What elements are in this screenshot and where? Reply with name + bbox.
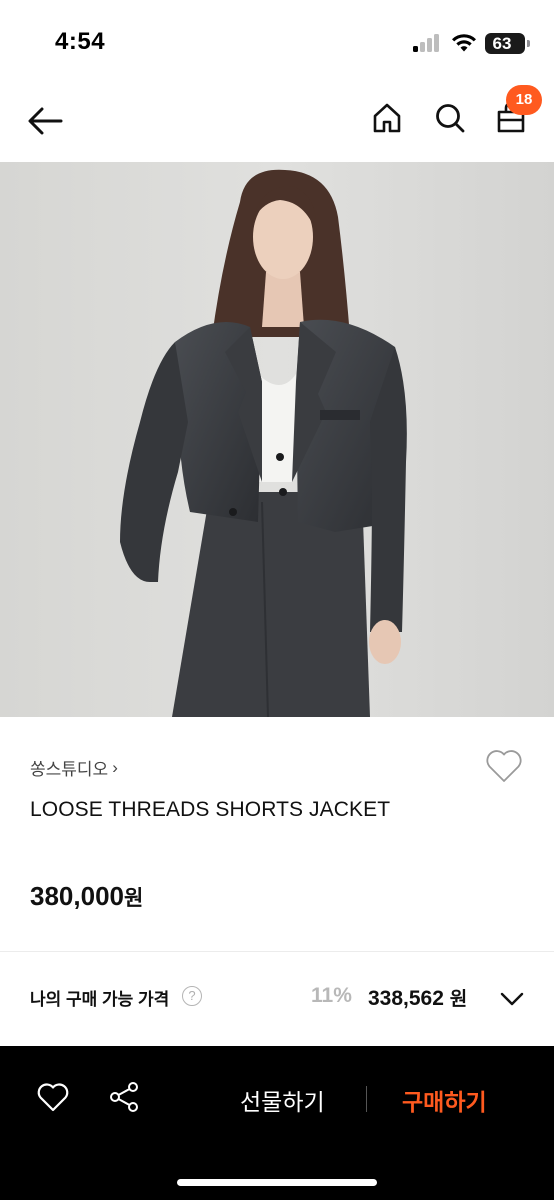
- my-price-label: 나의 구매 가능 가격: [30, 990, 170, 1009]
- status-time: 4:54: [55, 28, 106, 55]
- buy-button[interactable]: 구매하기: [402, 1083, 487, 1117]
- product-name: LOOSE THREADS SHORTS JACKET: [30, 798, 391, 821]
- status-bar: 4:54 63: [0, 0, 554, 80]
- chevron-down-icon: [500, 992, 524, 1006]
- my-price-value: 338,562: [368, 987, 444, 1010]
- battery-icon: 63: [485, 33, 530, 54]
- brand-link[interactable]: 쏭스튜디오 ›: [30, 755, 118, 780]
- price-unit: 원: [123, 887, 144, 910]
- my-price-row[interactable]: 나의 구매 가능 가격 ? 11% 338,562 원: [0, 952, 554, 1042]
- home-button[interactable]: [366, 97, 408, 139]
- my-price-unit: 원: [449, 989, 468, 1010]
- product-image[interactable]: [0, 162, 554, 717]
- like-button[interactable]: [32, 1076, 74, 1118]
- product-photo: [0, 162, 554, 717]
- cellular-signal-icon: [413, 34, 443, 52]
- price-amount: 380,000: [30, 881, 124, 911]
- brand-name: 쏭스튜디오: [30, 760, 109, 779]
- product-price: 380,000원: [30, 881, 143, 912]
- heart-icon: [37, 1083, 69, 1112]
- battery-level: 63: [492, 34, 512, 53]
- home-icon: [373, 103, 401, 133]
- my-price-amount: 338,562 원: [368, 984, 467, 1011]
- search-icon: [436, 104, 465, 133]
- cart-count-badge: 18: [506, 85, 542, 115]
- discount-rate: 11%: [311, 984, 352, 1007]
- button-separator: [366, 1086, 367, 1112]
- home-indicator: [177, 1179, 377, 1186]
- back-button[interactable]: [22, 98, 68, 144]
- bottom-action-bar: 선물하기 구매하기: [0, 1046, 554, 1200]
- expand-price-button[interactable]: [498, 986, 526, 1010]
- top-nav-bar: [0, 80, 554, 162]
- back-arrow-icon: [28, 107, 63, 135]
- chevron-right-icon: ›: [112, 757, 118, 777]
- gift-button[interactable]: 선물하기: [240, 1083, 325, 1117]
- share-icon: [110, 1082, 138, 1112]
- wishlist-button[interactable]: [484, 747, 524, 785]
- wifi-icon: [452, 34, 476, 52]
- share-button[interactable]: [103, 1076, 145, 1118]
- search-button[interactable]: [429, 97, 471, 139]
- question-icon[interactable]: ?: [182, 986, 202, 1006]
- heart-icon: [486, 750, 522, 782]
